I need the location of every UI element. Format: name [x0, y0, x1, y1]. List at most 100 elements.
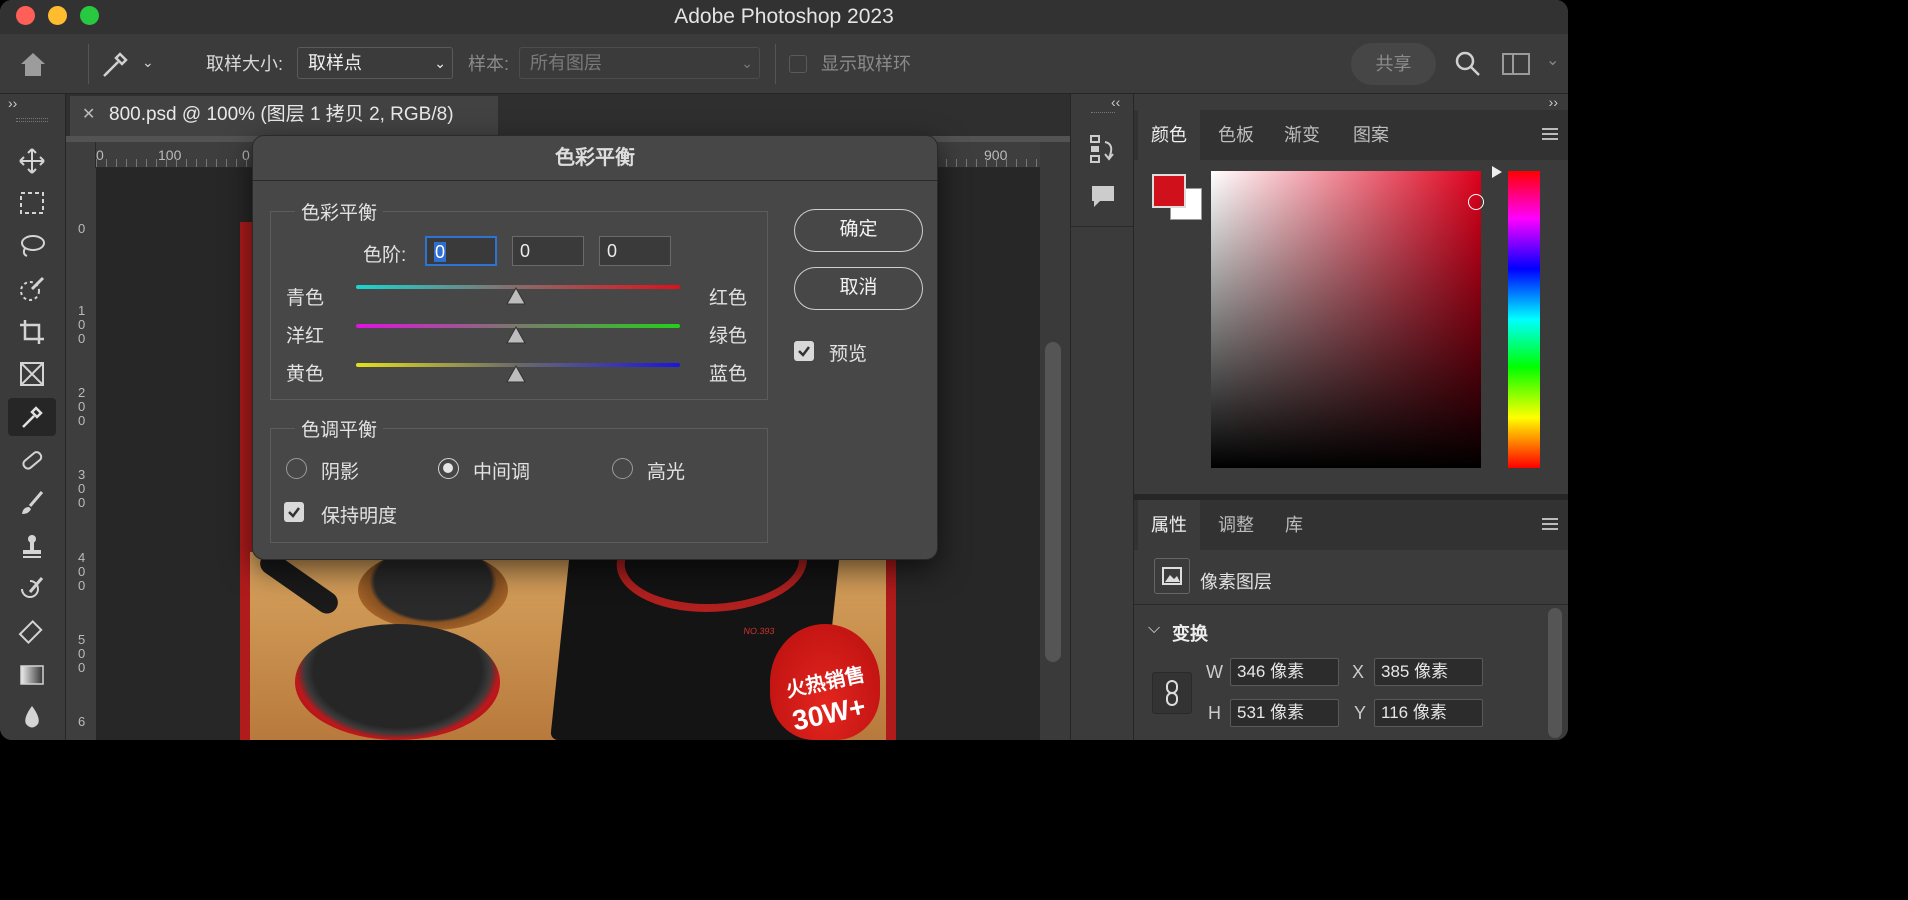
collapse-panels-icon[interactable]: ›› [1549, 94, 1558, 110]
eyedropper-tool-icon[interactable] [8, 398, 56, 436]
ruler-origin[interactable] [66, 142, 96, 173]
frame-tool-icon[interactable] [8, 355, 56, 393]
clone-stamp-tool-icon[interactable] [8, 527, 56, 565]
crop-tool-icon[interactable] [8, 313, 56, 351]
ok-button[interactable]: 确定 [794, 209, 923, 252]
ruler-v-mark: 3 0 0 [78, 467, 86, 510]
tab-adjustments[interactable]: 调整 [1204, 500, 1268, 550]
tool-preset-chevron-icon[interactable]: ⌄ [142, 54, 154, 71]
pixel-layer-icon [1154, 558, 1190, 594]
color-balance-dialog: 色彩平衡 色彩平衡 色调平衡 确定 取消 预览 [252, 135, 938, 560]
properties-panel-menu-icon[interactable] [1542, 518, 1558, 530]
tab-color[interactable]: 颜色 [1138, 110, 1200, 160]
collapse-strip-icon[interactable]: ‹‹ [1111, 94, 1120, 110]
tab-gradients[interactable]: 渐变 [1270, 110, 1334, 160]
tab-swatches[interactable]: 色板 [1204, 110, 1268, 160]
history-panel-icon[interactable] [1089, 134, 1117, 169]
preserve-luminosity-checkbox[interactable] [284, 502, 304, 522]
slider-green-label: 绿色 [709, 326, 748, 347]
x-field[interactable]: 385 像素 [1374, 658, 1483, 686]
tone-shadows-radio[interactable] [286, 458, 307, 479]
magenta-green-slider-thumb[interactable] [506, 326, 526, 344]
y-label: Y [1354, 703, 1367, 723]
eraser-tool-icon[interactable] [8, 613, 56, 651]
gradient-tool-icon[interactable] [8, 656, 56, 694]
eyedropper-tool-icon[interactable] [100, 48, 130, 80]
yellow-blue-slider-thumb[interactable] [506, 365, 526, 383]
tone-midtones-radio[interactable] [438, 458, 459, 479]
tone-midtones-label: 中间调 [473, 462, 531, 483]
levels-label: 色阶: [363, 245, 407, 266]
move-tool-icon[interactable] [8, 142, 56, 180]
brush-tool-icon[interactable] [8, 484, 56, 522]
canvas-vertical-scrollbar[interactable] [1040, 142, 1070, 740]
color-picker-field[interactable] [1211, 171, 1484, 468]
marquee-tool-icon[interactable] [8, 184, 56, 222]
cyan-red-slider-thumb[interactable] [506, 287, 526, 305]
dialog-title: 色彩平衡 [253, 136, 937, 181]
tone-highlights-label: 高光 [647, 462, 686, 483]
preview-checkbox[interactable] [794, 341, 814, 361]
ruler-v-mark: 6 [78, 714, 86, 729]
scrollbar-thumb[interactable] [1045, 342, 1061, 662]
home-icon[interactable] [18, 50, 48, 78]
transform-chevron-icon[interactable]: ⌵ [1148, 620, 1160, 638]
ruler-v-mark: 1 0 0 [78, 303, 86, 346]
expand-tools-icon[interactable]: ›› [8, 95, 17, 111]
share-button[interactable]: 共享 [1351, 43, 1436, 85]
quick-selection-tool-icon[interactable] [8, 270, 56, 308]
level-cyan-red-field[interactable]: 0 [425, 236, 497, 266]
properties-panel-tabs: 属性 调整 库 [1134, 500, 1568, 550]
sample-select[interactable]: 所有图层 ⌄ [519, 47, 760, 79]
document-tab[interactable]: ✕ 800.psd @ 100% (图层 1 拷贝 2, RGB/8) [70, 96, 498, 136]
height-label: H [1208, 703, 1221, 723]
level-yellow-blue-field[interactable]: 0 [599, 236, 671, 266]
blur-tool-icon[interactable] [8, 698, 56, 736]
height-field[interactable]: 531 像素 [1230, 699, 1339, 727]
close-window-button[interactable] [16, 6, 35, 25]
tab-libraries[interactable]: 库 [1270, 500, 1318, 550]
large-pan-image [295, 624, 500, 740]
right-panels: ›› 颜色 色板 渐变 图案 属性 调整 库 像素图层 ⌵ 变换 W 346 像… [1134, 94, 1568, 740]
zoom-window-button[interactable] [80, 6, 99, 25]
options-more-chevron-icon[interactable]: ⌄ [1546, 50, 1559, 70]
ruler-v-mark: 2 0 0 [78, 385, 86, 428]
healing-brush-tool-icon[interactable] [8, 441, 56, 479]
slider-blue-label: 蓝色 [709, 364, 748, 385]
color-panel-menu-icon[interactable] [1542, 128, 1558, 140]
close-tab-icon[interactable]: ✕ [82, 96, 95, 134]
sample-label: 样本: [468, 54, 510, 74]
device-label: NO.393 [743, 626, 776, 636]
width-field[interactable]: 346 像素 [1230, 658, 1339, 686]
sample-size-label: 取样大小: [206, 54, 284, 74]
transform-section-title[interactable]: 变换 [1172, 620, 1208, 646]
history-brush-tool-icon[interactable] [8, 570, 56, 608]
y-field[interactable]: 116 像素 [1374, 699, 1483, 727]
cancel-button[interactable]: 取消 [794, 267, 923, 310]
foreground-color-swatch[interactable] [1152, 174, 1186, 208]
tone-balance-group-label: 色调平衡 [295, 415, 384, 442]
workspace-icon[interactable] [1502, 53, 1530, 75]
hue-slider[interactable] [1508, 171, 1540, 468]
search-icon[interactable] [1454, 50, 1482, 83]
color-balance-group-label: 色彩平衡 [295, 198, 384, 225]
lasso-tool-icon[interactable] [8, 227, 56, 265]
slider-magenta-label: 洋红 [286, 326, 325, 347]
level-magenta-green-field[interactable]: 0 [512, 236, 584, 266]
show-sampling-ring-checkbox[interactable] [789, 55, 807, 73]
comments-panel-icon[interactable] [1089, 182, 1117, 215]
properties-scrollbar[interactable] [1548, 608, 1562, 738]
show-sampling-ring-label: 显示取样环 [821, 54, 911, 74]
color-picker-cursor[interactable] [1468, 194, 1484, 210]
vertical-ruler: 0 1 0 0 2 0 0 3 0 0 4 0 0 5 0 0 6 [66, 168, 96, 740]
sample-size-select[interactable]: 取样点 ⌄ [297, 47, 453, 79]
options-bar: ⌄ 取样大小: 取样点 ⌄ 样本: 所有图层 ⌄ 显示取样环 共享 ⌄ [0, 34, 1568, 94]
minimize-window-button[interactable] [48, 6, 67, 25]
ruler-v-mark: 5 0 0 [78, 632, 86, 675]
hue-slider-thumb[interactable] [1492, 166, 1502, 178]
link-dimensions-button[interactable] [1152, 672, 1192, 714]
sample-size-value: 取样点 [308, 53, 362, 73]
tab-patterns[interactable]: 图案 [1338, 110, 1404, 160]
tab-properties[interactable]: 属性 [1138, 500, 1200, 550]
tone-highlights-radio[interactable] [612, 458, 633, 479]
